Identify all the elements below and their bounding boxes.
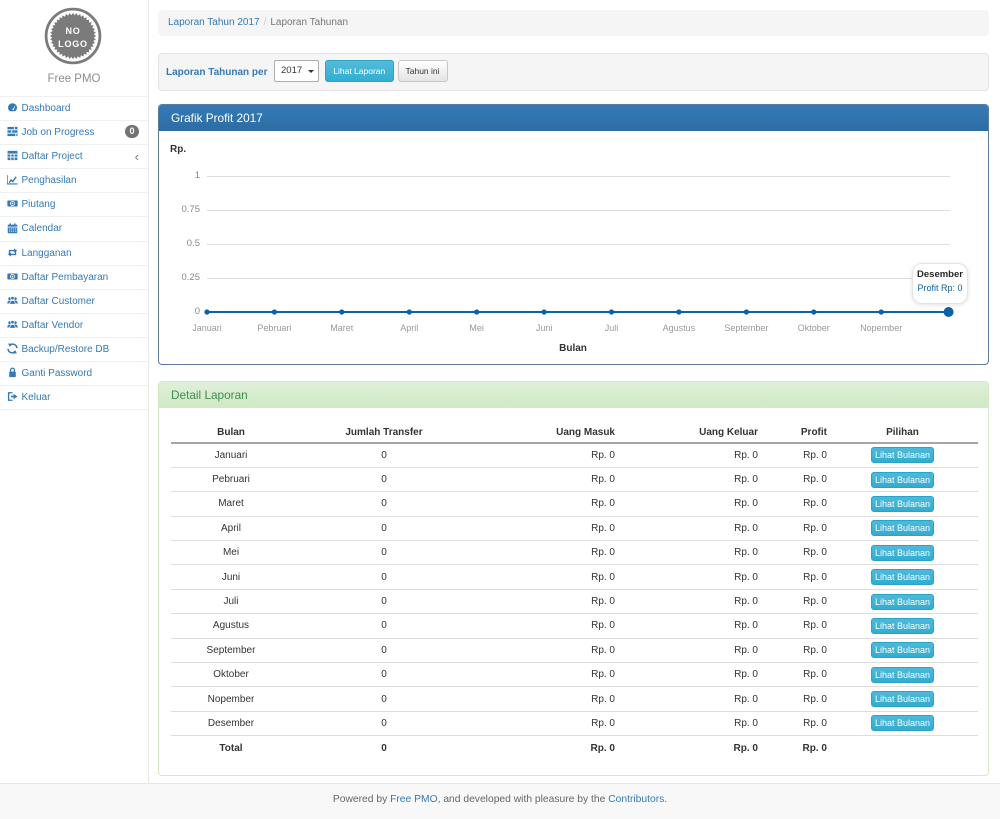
svg-text:NO: NO [65, 26, 80, 36]
svg-text:LOGO: LOGO [58, 39, 88, 49]
